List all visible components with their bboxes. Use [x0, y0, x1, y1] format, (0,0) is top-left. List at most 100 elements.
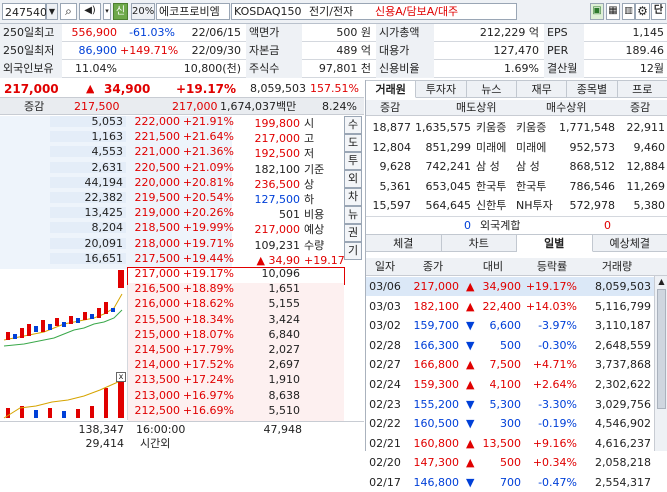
daily-close: 166,300: [404, 336, 462, 355]
trade-tab[interactable]: 예상체결: [593, 234, 667, 252]
daily-row[interactable]: 03/03182,100▲22,400+14.03%5,116,799: [366, 297, 654, 316]
ask-price[interactable]: 219,500: [130, 192, 180, 203]
daily-row[interactable]: 02/17146,800▼700-0.47%2,554,317: [366, 473, 654, 492]
ask-price[interactable]: 217,500: [130, 253, 180, 264]
bid-price[interactable]: 217,000: [130, 268, 180, 279]
code-dropdown-icon[interactable]: ▼: [46, 3, 58, 20]
daily-row[interactable]: 02/24159,300▲4,100+2.64%2,302,622: [366, 375, 654, 394]
speaker-dropdown-icon[interactable]: ▾: [103, 3, 111, 20]
sell-delta: 15,597: [366, 196, 414, 215]
daily-diff: 300: [478, 414, 524, 433]
current-price-bar: 217,000 ▲ 34,900 +19.17% 8,059,503 157.5…: [0, 80, 364, 98]
broker-tab[interactable]: 종목별: [567, 80, 617, 98]
trade-tab[interactable]: 일별: [517, 234, 593, 252]
down-arrow-icon: ▼: [466, 414, 478, 433]
close-icon[interactable]: x: [116, 372, 126, 382]
bid-row: 212,500+16.69%5,510: [128, 405, 344, 421]
buy-broker[interactable]: 삼 성: [516, 157, 556, 176]
broker-tab[interactable]: 거래원: [366, 80, 416, 98]
buy-broker[interactable]: 한국투: [516, 177, 556, 196]
bid-price[interactable]: 213,000: [130, 390, 180, 401]
bid-price[interactable]: 214,500: [130, 344, 180, 355]
daily-row[interactable]: 03/02159,700▼6,600-3.97%3,110,187: [366, 316, 654, 335]
scroll-thumb[interactable]: [657, 289, 666, 409]
ask-price[interactable]: 218,500: [130, 222, 180, 233]
volume-ratio: 157.51%: [310, 83, 359, 94]
side-tab[interactable]: 투: [344, 152, 362, 170]
sell-broker[interactable]: 삼 성: [476, 157, 516, 176]
daily-row[interactable]: 02/27166,800▲7,500+4.71%3,737,868: [366, 355, 654, 374]
scroll-up-icon[interactable]: ▲: [655, 276, 667, 288]
daily-date: 02/22: [366, 414, 404, 433]
daily-rate: -3.30%: [524, 395, 580, 414]
daily-row[interactable]: 03/06217,000▲34,900+19.17%8,059,503: [366, 277, 654, 296]
bid-price[interactable]: 214,000: [130, 359, 180, 370]
buy-broker[interactable]: 키움증: [516, 118, 556, 137]
side-tab[interactable]: 차: [344, 188, 362, 206]
sell-delta: 18,877: [366, 118, 414, 137]
broker-tab[interactable]: 프로: [618, 80, 667, 98]
search-icon[interactable]: ⌕: [60, 3, 77, 20]
trade-tab[interactable]: 체결: [366, 234, 442, 252]
summary-value: 127,500: [236, 194, 300, 205]
ask-price[interactable]: 220,500: [130, 162, 180, 173]
single-order-button[interactable]: 단: [651, 3, 666, 20]
bid-price[interactable]: 215,000: [130, 329, 180, 340]
bid-price[interactable]: 215,500: [130, 314, 180, 325]
order-book-footer: 138,347 29,414 16:00:00 시간외 47,948: [0, 421, 364, 451]
buy-broker[interactable]: 미래에: [516, 138, 556, 157]
daily-row[interactable]: 02/28166,300▼500-0.30%2,648,559: [366, 336, 654, 355]
broker-tab[interactable]: 재무: [517, 80, 567, 98]
ask-rate: +20.54%: [182, 192, 234, 203]
side-tab[interactable]: 외: [344, 170, 362, 188]
sell-broker[interactable]: 키움증: [476, 118, 516, 137]
buy-volume: 1,771,548: [556, 118, 618, 137]
bid-price[interactable]: 213,500: [130, 374, 180, 385]
stock-code-input[interactable]: 247540: [2, 3, 46, 20]
ask-row: 1,163221,500+21.64%: [0, 131, 232, 147]
side-tab[interactable]: 권: [344, 224, 362, 242]
daily-volume: 2,554,317: [580, 473, 654, 492]
gear-icon[interactable]: ⚙: [635, 3, 650, 20]
ask-price[interactable]: 220,000: [130, 177, 180, 188]
ask-price[interactable]: 221,000: [130, 146, 180, 157]
trade-tab[interactable]: 차트: [442, 234, 518, 252]
ask-qty: 4,553: [50, 146, 126, 157]
ask-rate: +19.99%: [182, 222, 234, 233]
side-tab[interactable]: 수: [344, 116, 362, 134]
sell-broker[interactable]: 한국투: [476, 177, 516, 196]
link-icon[interactable]: ▥: [622, 3, 635, 20]
sell-broker[interactable]: 신한투: [476, 196, 516, 215]
memo-icon[interactable]: ▣: [590, 3, 604, 20]
sell-delta: 12,804: [366, 138, 414, 157]
change-rate: +19.17%: [176, 83, 236, 95]
buy-broker[interactable]: NH투자: [516, 196, 556, 215]
daily-row[interactable]: 02/20147,300▲500+0.34%2,058,218: [366, 453, 654, 472]
side-tab[interactable]: 뉴: [344, 206, 362, 224]
side-tab[interactable]: 도: [344, 134, 362, 152]
daily-row[interactable]: 02/22160,500▼300-0.19%4,546,902: [366, 414, 654, 433]
daily-row[interactable]: 02/23155,200▼5,300-3.30%3,029,756: [366, 395, 654, 414]
scrollbar[interactable]: ▲: [654, 276, 667, 451]
sell-broker[interactable]: 미래에: [476, 138, 516, 157]
bid-qty: 5,155: [236, 298, 300, 309]
ask-price[interactable]: 219,000: [130, 207, 180, 218]
ask-price[interactable]: 221,500: [130, 131, 180, 142]
ask-qty: 8,204: [50, 222, 126, 233]
ask-price[interactable]: 222,000: [130, 116, 180, 127]
ask-price[interactable]: 218,000: [130, 238, 180, 249]
bid-price[interactable]: 212,500: [130, 405, 180, 416]
bid-price[interactable]: 216,000: [130, 298, 180, 309]
side-tab[interactable]: 기: [344, 242, 362, 260]
broker-tab[interactable]: 투자자: [416, 80, 466, 98]
daily-rate: -3.97%: [524, 316, 580, 335]
broker-tab[interactable]: 뉴스: [467, 80, 517, 98]
speaker-icon[interactable]: ◀): [79, 3, 101, 20]
bid-price[interactable]: 216,500: [130, 283, 180, 294]
daily-row[interactable]: 02/21160,800▲13,500+9.16%4,616,237: [366, 434, 654, 453]
right-panel: 거래원투자자뉴스재무종목별프로 증감 매도상위 매수상위 증감 0 외국계합 0…: [365, 80, 667, 451]
layout-icon[interactable]: ▦: [606, 3, 620, 20]
summary-label: 하: [304, 194, 344, 205]
summary-row: ▲ 34,90+19.17%: [236, 255, 342, 271]
foreign-total-row: 0 외국계합 0: [366, 216, 667, 233]
